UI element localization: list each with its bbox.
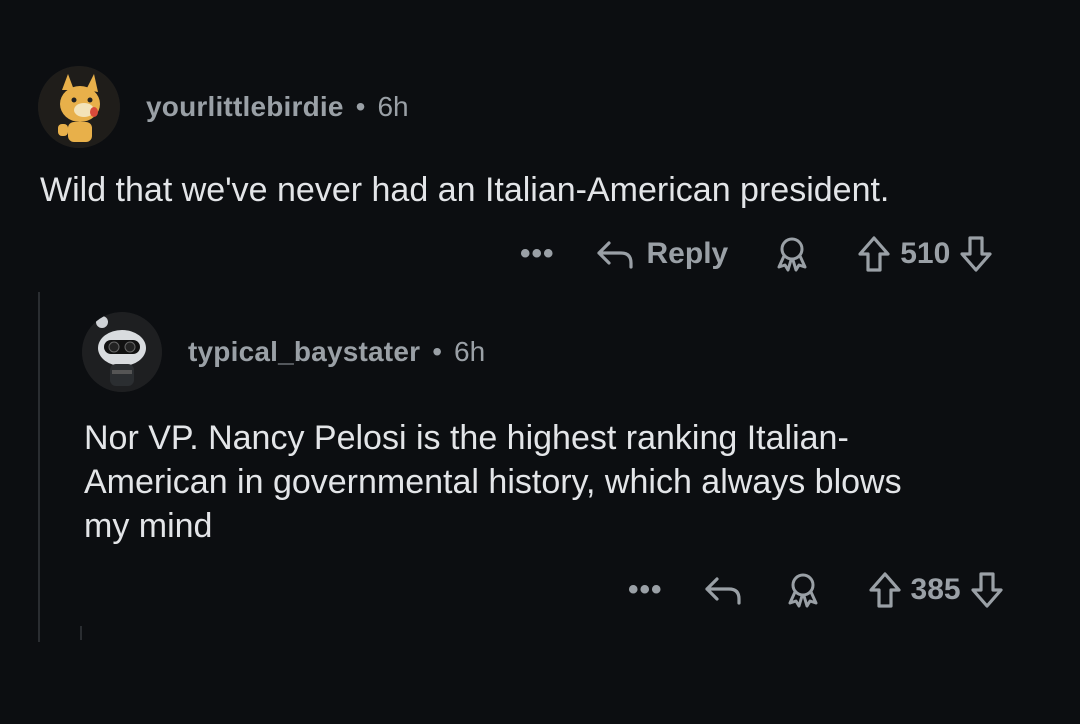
reply-button[interactable]: Reply — [595, 237, 729, 271]
comment-actions: ••• 385 — [628, 568, 1005, 612]
comment-actions: ••• Reply 510 — [520, 232, 994, 276]
more-options-button[interactable]: ••• — [628, 575, 663, 605]
timestamp: 6h — [454, 336, 486, 367]
downvote-button[interactable] — [969, 570, 1005, 610]
reply-arrow-icon — [704, 577, 741, 605]
comment-body: Wild that we've never had an Italian-Ame… — [40, 171, 890, 209]
more-options-button[interactable]: ••• — [520, 239, 555, 269]
timestamp: 6h — [377, 91, 409, 122]
comment-body: Nor VP. Nancy Pelosi is the highest rank… — [84, 419, 902, 545]
dog-snoo-avatar-icon — [38, 66, 120, 148]
downvote-arrow-icon — [960, 236, 992, 272]
comment-header: yourlittlebirdie • 6h — [38, 66, 409, 148]
award-button[interactable] — [772, 234, 812, 274]
vote-score: 510 — [900, 237, 951, 270]
reply-arrow-icon — [596, 241, 633, 269]
award-button[interactable] — [783, 570, 823, 610]
thread-line-tick — [80, 626, 82, 640]
upvote-button[interactable] — [856, 234, 892, 274]
award-icon — [788, 573, 818, 608]
thread-line[interactable] — [38, 292, 40, 642]
separator-dot: • — [355, 91, 366, 122]
award-icon — [777, 237, 807, 272]
upvote-button[interactable] — [867, 570, 903, 610]
user-avatar[interactable] — [82, 312, 162, 392]
upvote-arrow-icon — [858, 236, 890, 272]
reply-button[interactable] — [703, 573, 743, 607]
upvote-arrow-icon — [868, 572, 901, 608]
reply-label: Reply — [646, 237, 729, 270]
vote-score: 385 — [910, 573, 961, 606]
downvote-arrow-icon — [970, 572, 1003, 608]
username[interactable]: typical_baystater — [188, 336, 420, 368]
downvote-button[interactable] — [958, 234, 994, 274]
separator-dot: • — [432, 336, 442, 367]
astronaut-snoo-avatar-icon — [82, 312, 162, 392]
user-avatar[interactable] — [38, 66, 120, 148]
comment-header: typical_baystater • 6h — [82, 312, 485, 392]
username[interactable]: yourlittlebirdie — [146, 91, 344, 123]
